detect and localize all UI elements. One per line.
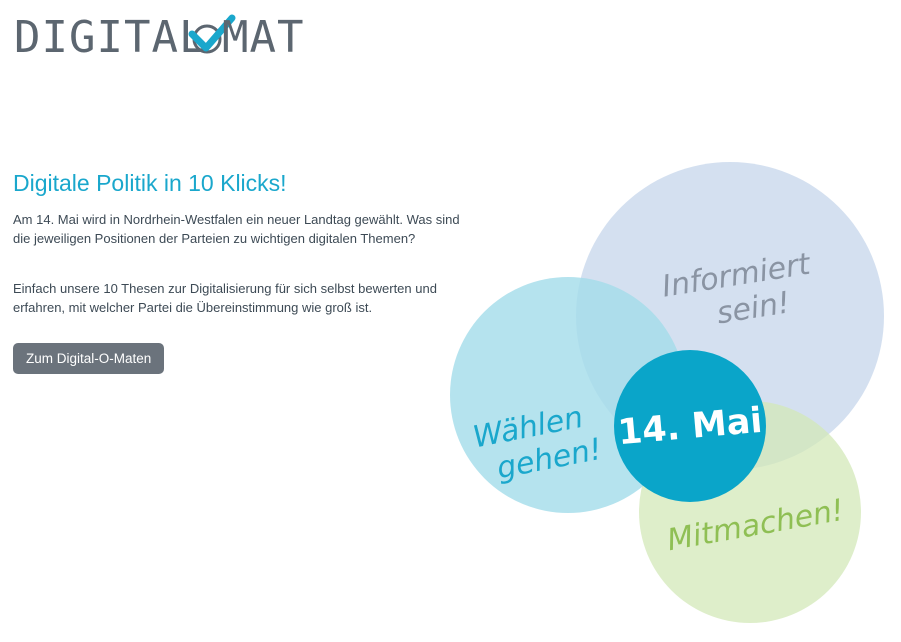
start-button[interactable]: Zum Digital-O-Maten — [13, 343, 165, 374]
page-title: Digitale Politik in 10 Klicks! — [13, 170, 287, 196]
instructions-paragraph: Einfach unsere 10 Thesen zur Digitalisie… — [13, 281, 437, 315]
logo-text-mat: MAT — [222, 14, 304, 56]
intro-paragraph: Am 14. Mai wird in Nordrhein-Westfalen e… — [13, 212, 460, 246]
logo-text-digital: DIGITAL — [14, 14, 206, 56]
logo[interactable]: DIGITAL MAT — [14, 14, 314, 56]
venn-diagram: Informiert sein! Wählen gehen! Mitmachen… — [420, 150, 901, 637]
